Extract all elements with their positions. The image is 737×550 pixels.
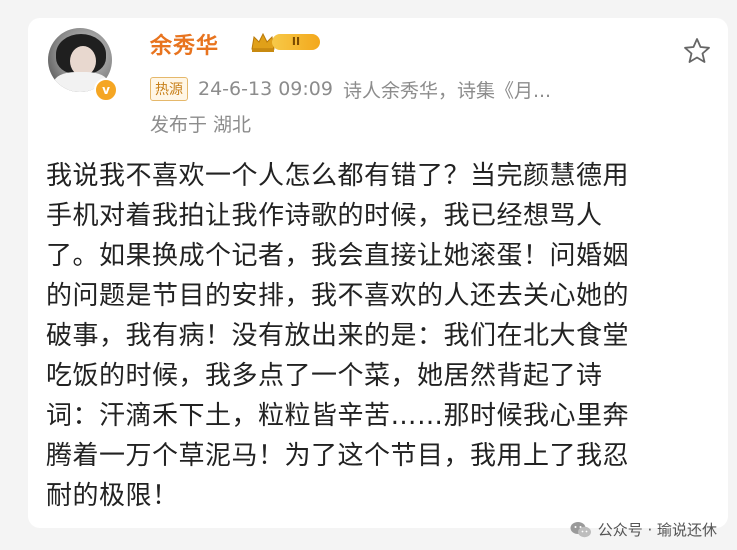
post-source[interactable]: 诗人余秀华，诗集《月... (343, 76, 551, 102)
verified-badge: v (94, 78, 118, 102)
post-timestamp: 24-6-13 09:09 (198, 78, 333, 100)
wechat-icon (570, 521, 591, 537)
level-tag: II (272, 34, 320, 50)
post-meta: 热源 24-6-13 09:09 诗人余秀华，诗集《月... (150, 76, 708, 102)
author-name[interactable]: 余秀华 (150, 28, 219, 60)
post-card: v 余秀华 II 热源 24-6-13 09:09 诗人余秀华，诗集《月... … (28, 18, 728, 528)
favorite-star-icon[interactable] (682, 36, 712, 66)
post-location: 发布于 湖北 (150, 114, 252, 136)
source-badge: 热源 (150, 77, 188, 101)
post-content: 我说我不喜欢一个人怎么都有错了？当完颜慧德用 手机对着我拍让我作诗歌的时候，我已… (46, 161, 630, 511)
level-badge[interactable]: II (250, 31, 322, 53)
watermark-label: 公众号 · 瑜说还休 (597, 521, 717, 539)
watermark: 公众号 · 瑜说还休 (570, 519, 717, 540)
